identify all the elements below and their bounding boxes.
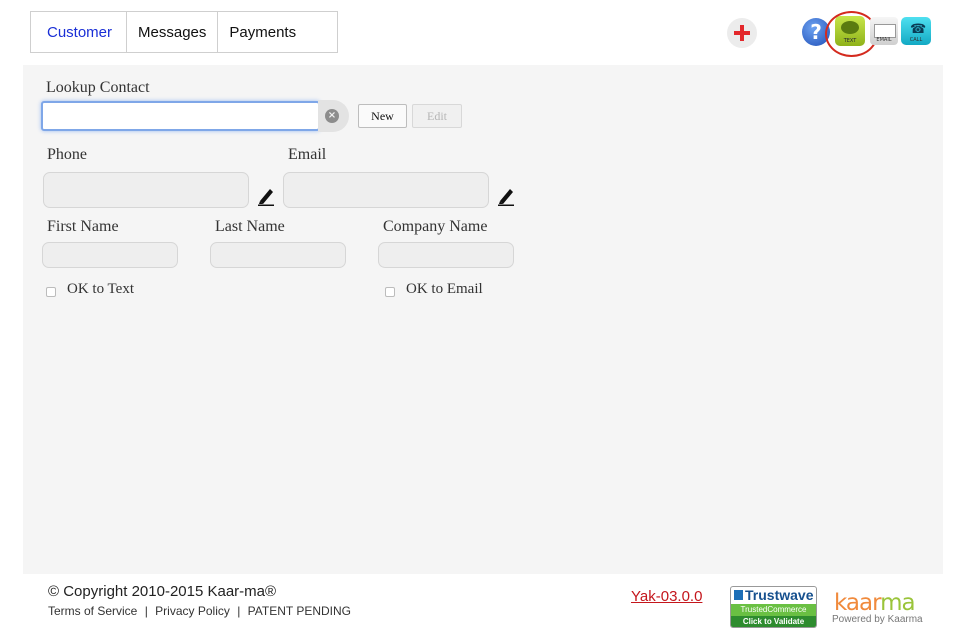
footer-separator: | bbox=[237, 604, 241, 618]
tab-messages[interactable]: Messages bbox=[127, 12, 219, 52]
first-name-field[interactable] bbox=[42, 242, 178, 268]
clear-lookup-button[interactable]: × bbox=[318, 100, 349, 132]
edit-phone-pencil-icon[interactable] bbox=[257, 186, 275, 206]
privacy-policy-link[interactable]: Privacy Policy bbox=[155, 604, 230, 618]
phone-label: Phone bbox=[47, 146, 87, 163]
last-name-label: Last Name bbox=[215, 218, 285, 235]
trustwave-subtitle: TrustedCommerce bbox=[731, 604, 816, 616]
new-contact-button[interactable]: New bbox=[358, 104, 407, 128]
lookup-contact-label: Lookup Contact bbox=[46, 79, 150, 96]
first-name-label: First Name bbox=[47, 218, 119, 235]
clear-icon: × bbox=[325, 109, 339, 123]
edit-email-pencil-icon[interactable] bbox=[497, 186, 515, 206]
company-name-label: Company Name bbox=[383, 218, 488, 235]
email-field[interactable] bbox=[283, 172, 489, 208]
logo-part2: ma bbox=[880, 590, 915, 616]
lookup-contact-input[interactable] bbox=[41, 101, 320, 131]
trustwave-badge[interactable]: Trustwave TrustedCommerce Click to Valid… bbox=[730, 586, 817, 628]
copyright-text: © Copyright 2010-2015 Kaar-ma® bbox=[48, 583, 277, 600]
terms-of-service-link[interactable]: Terms of Service bbox=[48, 604, 137, 618]
customer-panel bbox=[23, 65, 943, 574]
ok-to-email-label: OK to Email bbox=[406, 281, 483, 297]
email-icon-label: EMAIL bbox=[876, 37, 892, 43]
footer-links: Terms of Service | Privacy Policy | PATE… bbox=[48, 604, 351, 618]
version-link[interactable]: Yak-03.0.0 bbox=[631, 588, 702, 605]
trustwave-title: Trustwave bbox=[731, 587, 816, 604]
tab-payments[interactable]: Payments bbox=[218, 12, 307, 52]
add-plus-icon[interactable] bbox=[727, 18, 757, 48]
last-name-field[interactable] bbox=[210, 242, 346, 268]
phone-handset-icon: ☎ bbox=[910, 22, 927, 37]
ok-to-text-checkbox[interactable] bbox=[46, 287, 56, 297]
logo-part1: kaar bbox=[834, 590, 881, 616]
call-icon-label: CALL bbox=[909, 37, 923, 43]
email-icon[interactable]: EMAIL bbox=[870, 17, 898, 45]
edit-contact-button[interactable]: Edit bbox=[412, 104, 462, 128]
company-name-field[interactable] bbox=[378, 242, 514, 268]
call-icon[interactable]: ☎ CALL bbox=[901, 17, 931, 45]
trustwave-validate: Click to Validate bbox=[731, 616, 816, 627]
powered-by-text: Powered by Kaarma bbox=[832, 614, 923, 625]
kaarma-logo: kaarma bbox=[834, 590, 916, 616]
phone-field[interactable] bbox=[43, 172, 249, 208]
patent-pending-text: PATENT PENDING bbox=[247, 604, 352, 618]
ok-to-email-checkbox[interactable] bbox=[385, 287, 395, 297]
tab-customer[interactable]: Customer bbox=[31, 12, 128, 52]
ok-to-text-label: OK to Text bbox=[67, 281, 135, 297]
email-label: Email bbox=[288, 146, 327, 163]
top-tabs: Customer Messages Payments bbox=[30, 11, 338, 53]
footer-separator: | bbox=[144, 604, 148, 618]
